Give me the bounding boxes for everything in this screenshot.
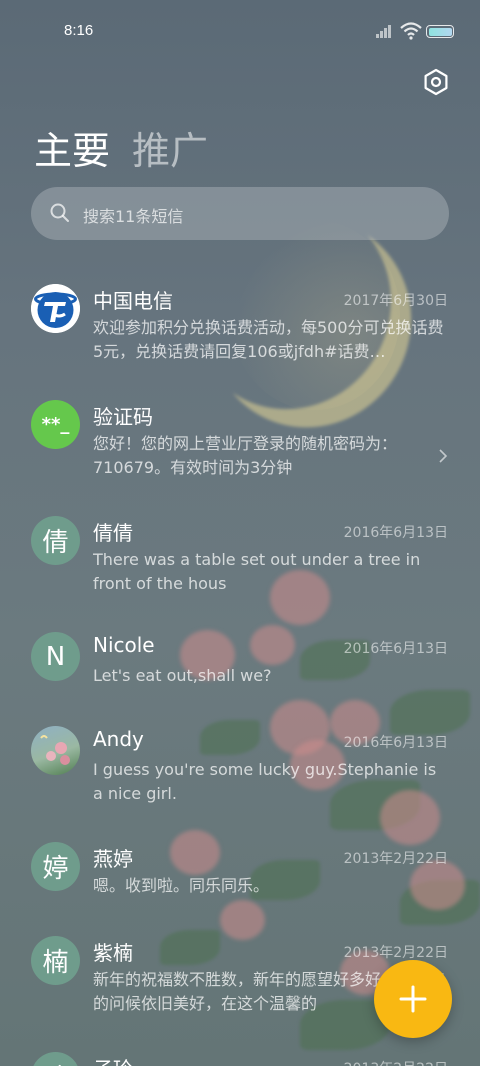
message-date: 2013年2月22日 [343, 851, 448, 867]
message-preview: I guess you're some lucky guy.Stephanie … [93, 760, 437, 803]
message-date: 2013年2月22日 [343, 945, 448, 961]
message-date: 2017年6月30日 [343, 293, 448, 309]
china-telecom-logo-icon [31, 284, 80, 333]
message-preview: 欢迎参加积分兑换话费活动，每500分可兑换话费5元，兑换话费请回复106或jfd… [93, 318, 444, 361]
contact-name: 中国电信 [93, 289, 173, 313]
search-input[interactable]: 搜索11条短信 [83, 203, 183, 227]
search-icon [50, 203, 69, 222]
message-preview: There was a table set out under a tree i… [93, 550, 421, 593]
contact-name: 验证码 [93, 405, 153, 429]
contact-name: 倩倩 [93, 521, 133, 545]
avatar: 倩 [31, 516, 80, 565]
contact-name: 紫楠 [93, 941, 133, 965]
message-preview: 嗯。收到啦。同乐同乐。 [93, 876, 270, 895]
conversation-item[interactable]: 玲 子玲 2013年2月22日 [0, 1040, 480, 1066]
message-date: 2016年6月13日 [343, 735, 448, 751]
wifi-icon [400, 22, 422, 40]
avatar: **_ [31, 400, 80, 449]
message-preview: Let's eat out,shall we? [93, 666, 272, 685]
avatar: 玲 [31, 1052, 80, 1066]
tab-main[interactable]: 主要 [34, 120, 110, 175]
conversation-item[interactable]: **_ 验证码 您好！您的网上营业厅登录的随机密码为：710679。有效时间为3… [0, 388, 480, 498]
avatar: 楠 [31, 936, 80, 985]
battery-icon [426, 25, 454, 38]
photo-avatar-icon [31, 726, 80, 775]
chevron-right-icon [439, 449, 448, 463]
signal-icon [376, 24, 396, 38]
contact-name: Nicole [93, 633, 155, 657]
avatar: N [31, 632, 80, 681]
settings-icon[interactable] [422, 68, 450, 96]
contact-name: Andy [93, 727, 144, 751]
message-date: 2013年2月22日 [344, 1058, 448, 1066]
contact-name: 子玲 [93, 1053, 133, 1066]
tab-promotions[interactable]: 推广 [132, 120, 208, 175]
plus-icon [399, 985, 427, 1013]
status-bar: 8:16 [0, 0, 480, 62]
avatar: 婷 [31, 842, 80, 891]
search-bar[interactable]: 搜索11条短信 [31, 187, 449, 240]
new-message-button[interactable] [374, 960, 452, 1038]
conversation-item[interactable]: Andy 2016年6月13日 I guess you're some luck… [0, 714, 480, 824]
conversation-item[interactable]: 倩 倩倩 2016年6月13日 There was a table set ou… [0, 504, 480, 614]
message-date: 2016年6月13日 [343, 525, 448, 541]
conversation-item[interactable]: 中国电信 2017年6月30日 欢迎参加积分兑换话费活动，每500分可兑换话费5… [0, 272, 480, 382]
message-date: 2016年6月13日 [343, 641, 448, 657]
contact-name: 燕婷 [93, 847, 133, 871]
message-preview: 您好！您的网上营业厅登录的随机密码为：710679。有效时间为3分钟 [93, 434, 398, 477]
status-time: 8:16 [64, 22, 94, 39]
